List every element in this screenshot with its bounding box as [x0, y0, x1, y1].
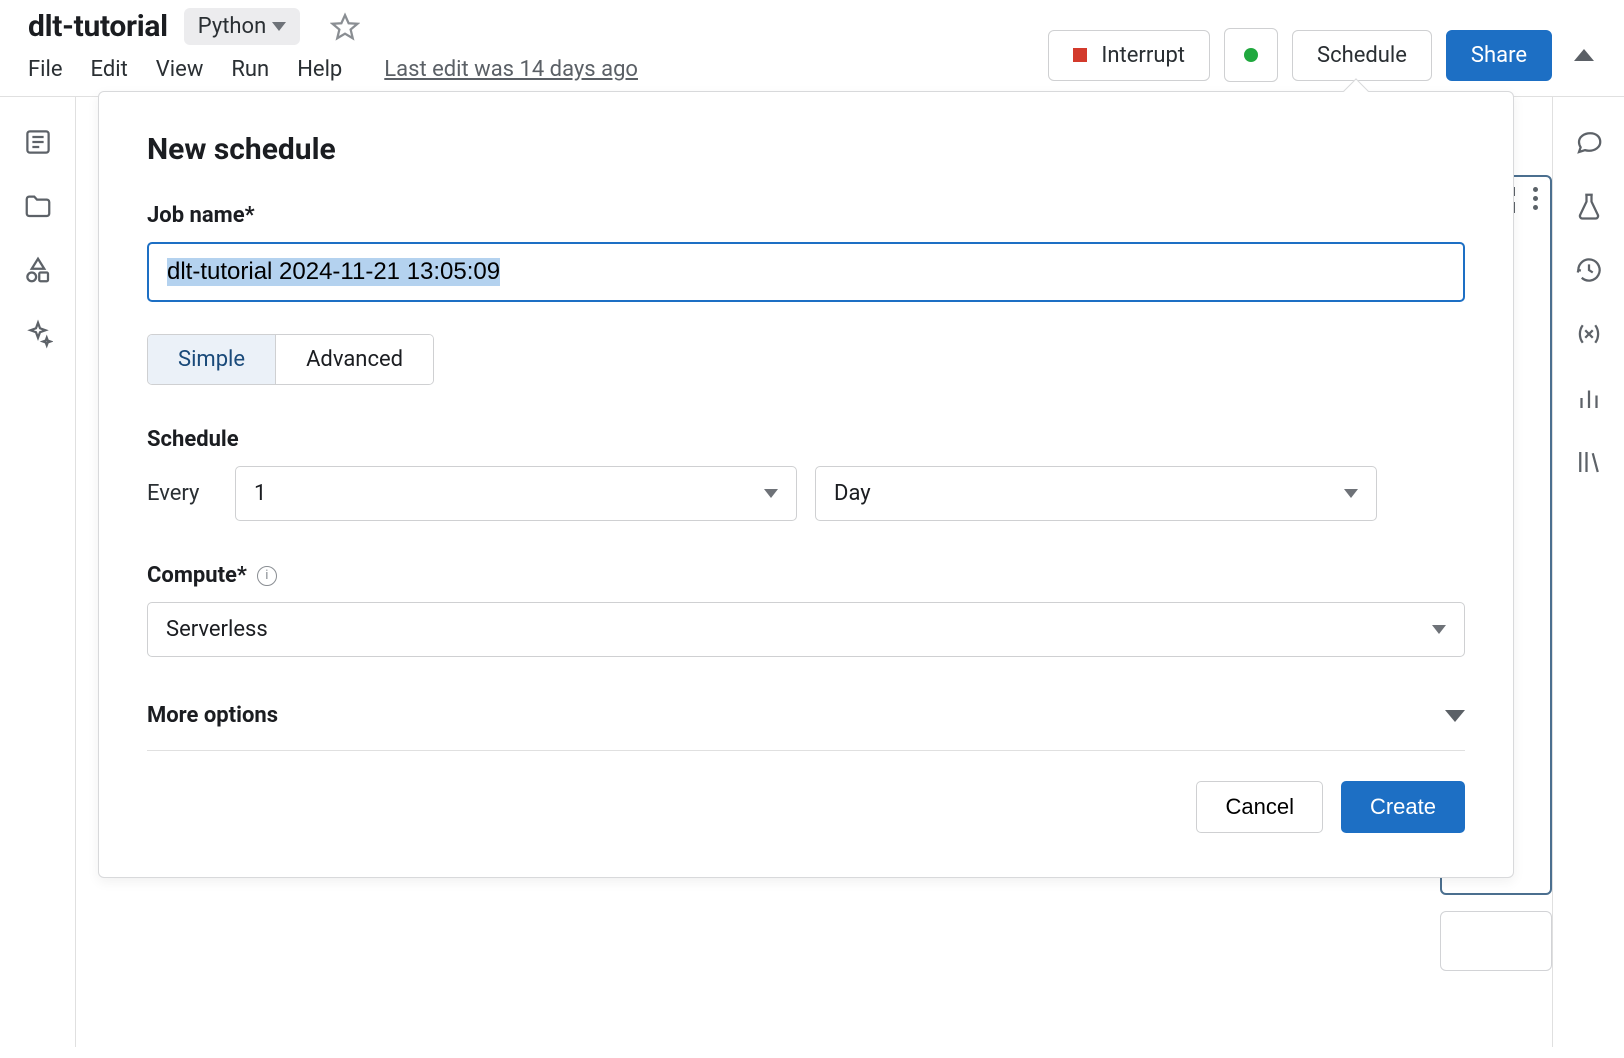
share-label: Share: [1471, 43, 1527, 68]
folder-icon[interactable]: [23, 191, 53, 221]
interrupt-label: Interrupt: [1101, 43, 1185, 68]
chevron-up-icon: [1574, 49, 1594, 61]
schedule-button[interactable]: Schedule: [1292, 30, 1432, 81]
interval-value: 1: [254, 481, 266, 506]
every-label: Every: [147, 481, 217, 506]
chevron-down-icon: [1432, 625, 1446, 634]
header-collapse-button[interactable]: [1566, 46, 1602, 65]
unit-value: Day: [834, 481, 871, 506]
chevron-down-icon: [764, 489, 778, 498]
compute-label-row: Compute* i: [147, 563, 1465, 588]
chat-icon[interactable]: [1574, 127, 1604, 157]
more-options-label: More options: [147, 703, 278, 728]
job-name-label: Job name*: [147, 203, 1465, 228]
star-icon[interactable]: [330, 12, 360, 42]
last-edit-link[interactable]: Last edit was 14 days ago: [384, 57, 638, 82]
dialog-actions: Cancel Create: [147, 781, 1465, 833]
sparkle-icon[interactable]: [23, 319, 53, 349]
cell-output[interactable]: [1440, 911, 1552, 971]
menu-view[interactable]: View: [156, 57, 204, 82]
chevron-down-icon: [1445, 710, 1465, 722]
outline-icon[interactable]: [23, 127, 53, 157]
job-name-input[interactable]: [147, 242, 1465, 302]
menu-file[interactable]: File: [28, 57, 63, 82]
schedule-section-label: Schedule: [147, 427, 1465, 452]
canvas: e}") New schedule Job name* Simple Advan…: [76, 97, 1552, 1047]
unit-select[interactable]: Day: [815, 466, 1377, 521]
top-bar: dlt-tutorial Python File Edit View Run H…: [0, 0, 1624, 97]
cluster-status-button[interactable]: [1224, 28, 1278, 82]
menu-help[interactable]: Help: [297, 57, 342, 82]
schedule-popover: New schedule Job name* Simple Advanced S…: [98, 91, 1514, 878]
chevron-down-icon: [272, 22, 286, 31]
share-button[interactable]: Share: [1446, 30, 1552, 81]
menu-bar: File Edit View Run Help Last edit was 14…: [28, 45, 638, 96]
schedule-row: Every 1 Day: [147, 466, 1465, 521]
menu-run[interactable]: Run: [231, 57, 269, 82]
left-rail: [0, 97, 76, 1047]
popover-title: New schedule: [147, 132, 1465, 167]
info-icon[interactable]: i: [257, 566, 277, 586]
status-dot-icon: [1244, 48, 1258, 62]
compute-value: Serverless: [166, 617, 268, 642]
shapes-icon[interactable]: [23, 255, 53, 285]
interval-select[interactable]: 1: [235, 466, 797, 521]
tab-simple[interactable]: Simple: [148, 335, 276, 384]
stop-icon: [1073, 48, 1087, 62]
workspace: e}") New schedule Job name* Simple Advan…: [0, 97, 1624, 1047]
variables-icon[interactable]: [1574, 319, 1604, 349]
flask-icon[interactable]: [1574, 191, 1604, 221]
tab-advanced[interactable]: Advanced: [276, 335, 433, 384]
create-button[interactable]: Create: [1341, 781, 1465, 833]
language-label: Python: [198, 14, 266, 39]
history-icon[interactable]: [1574, 255, 1604, 285]
chevron-down-icon: [1344, 489, 1358, 498]
top-right-actions: Interrupt Schedule Share: [1048, 28, 1602, 82]
bars-icon[interactable]: [1574, 383, 1604, 413]
compute-label: Compute*: [147, 563, 247, 588]
more-options-row[interactable]: More options: [147, 703, 1465, 751]
schedule-label: Schedule: [1317, 43, 1407, 68]
language-selector[interactable]: Python: [184, 8, 300, 45]
kebab-icon[interactable]: [1533, 187, 1538, 213]
interrupt-button[interactable]: Interrupt: [1048, 30, 1210, 81]
schedule-tabs: Simple Advanced: [147, 334, 434, 385]
compute-select[interactable]: Serverless: [147, 602, 1465, 657]
library-icon[interactable]: [1574, 447, 1604, 477]
title-block: dlt-tutorial Python File Edit View Run H…: [28, 8, 638, 96]
notebook-title[interactable]: dlt-tutorial: [28, 9, 168, 44]
cancel-button[interactable]: Cancel: [1196, 781, 1322, 833]
menu-edit[interactable]: Edit: [91, 57, 128, 82]
right-rail: [1552, 97, 1624, 1047]
